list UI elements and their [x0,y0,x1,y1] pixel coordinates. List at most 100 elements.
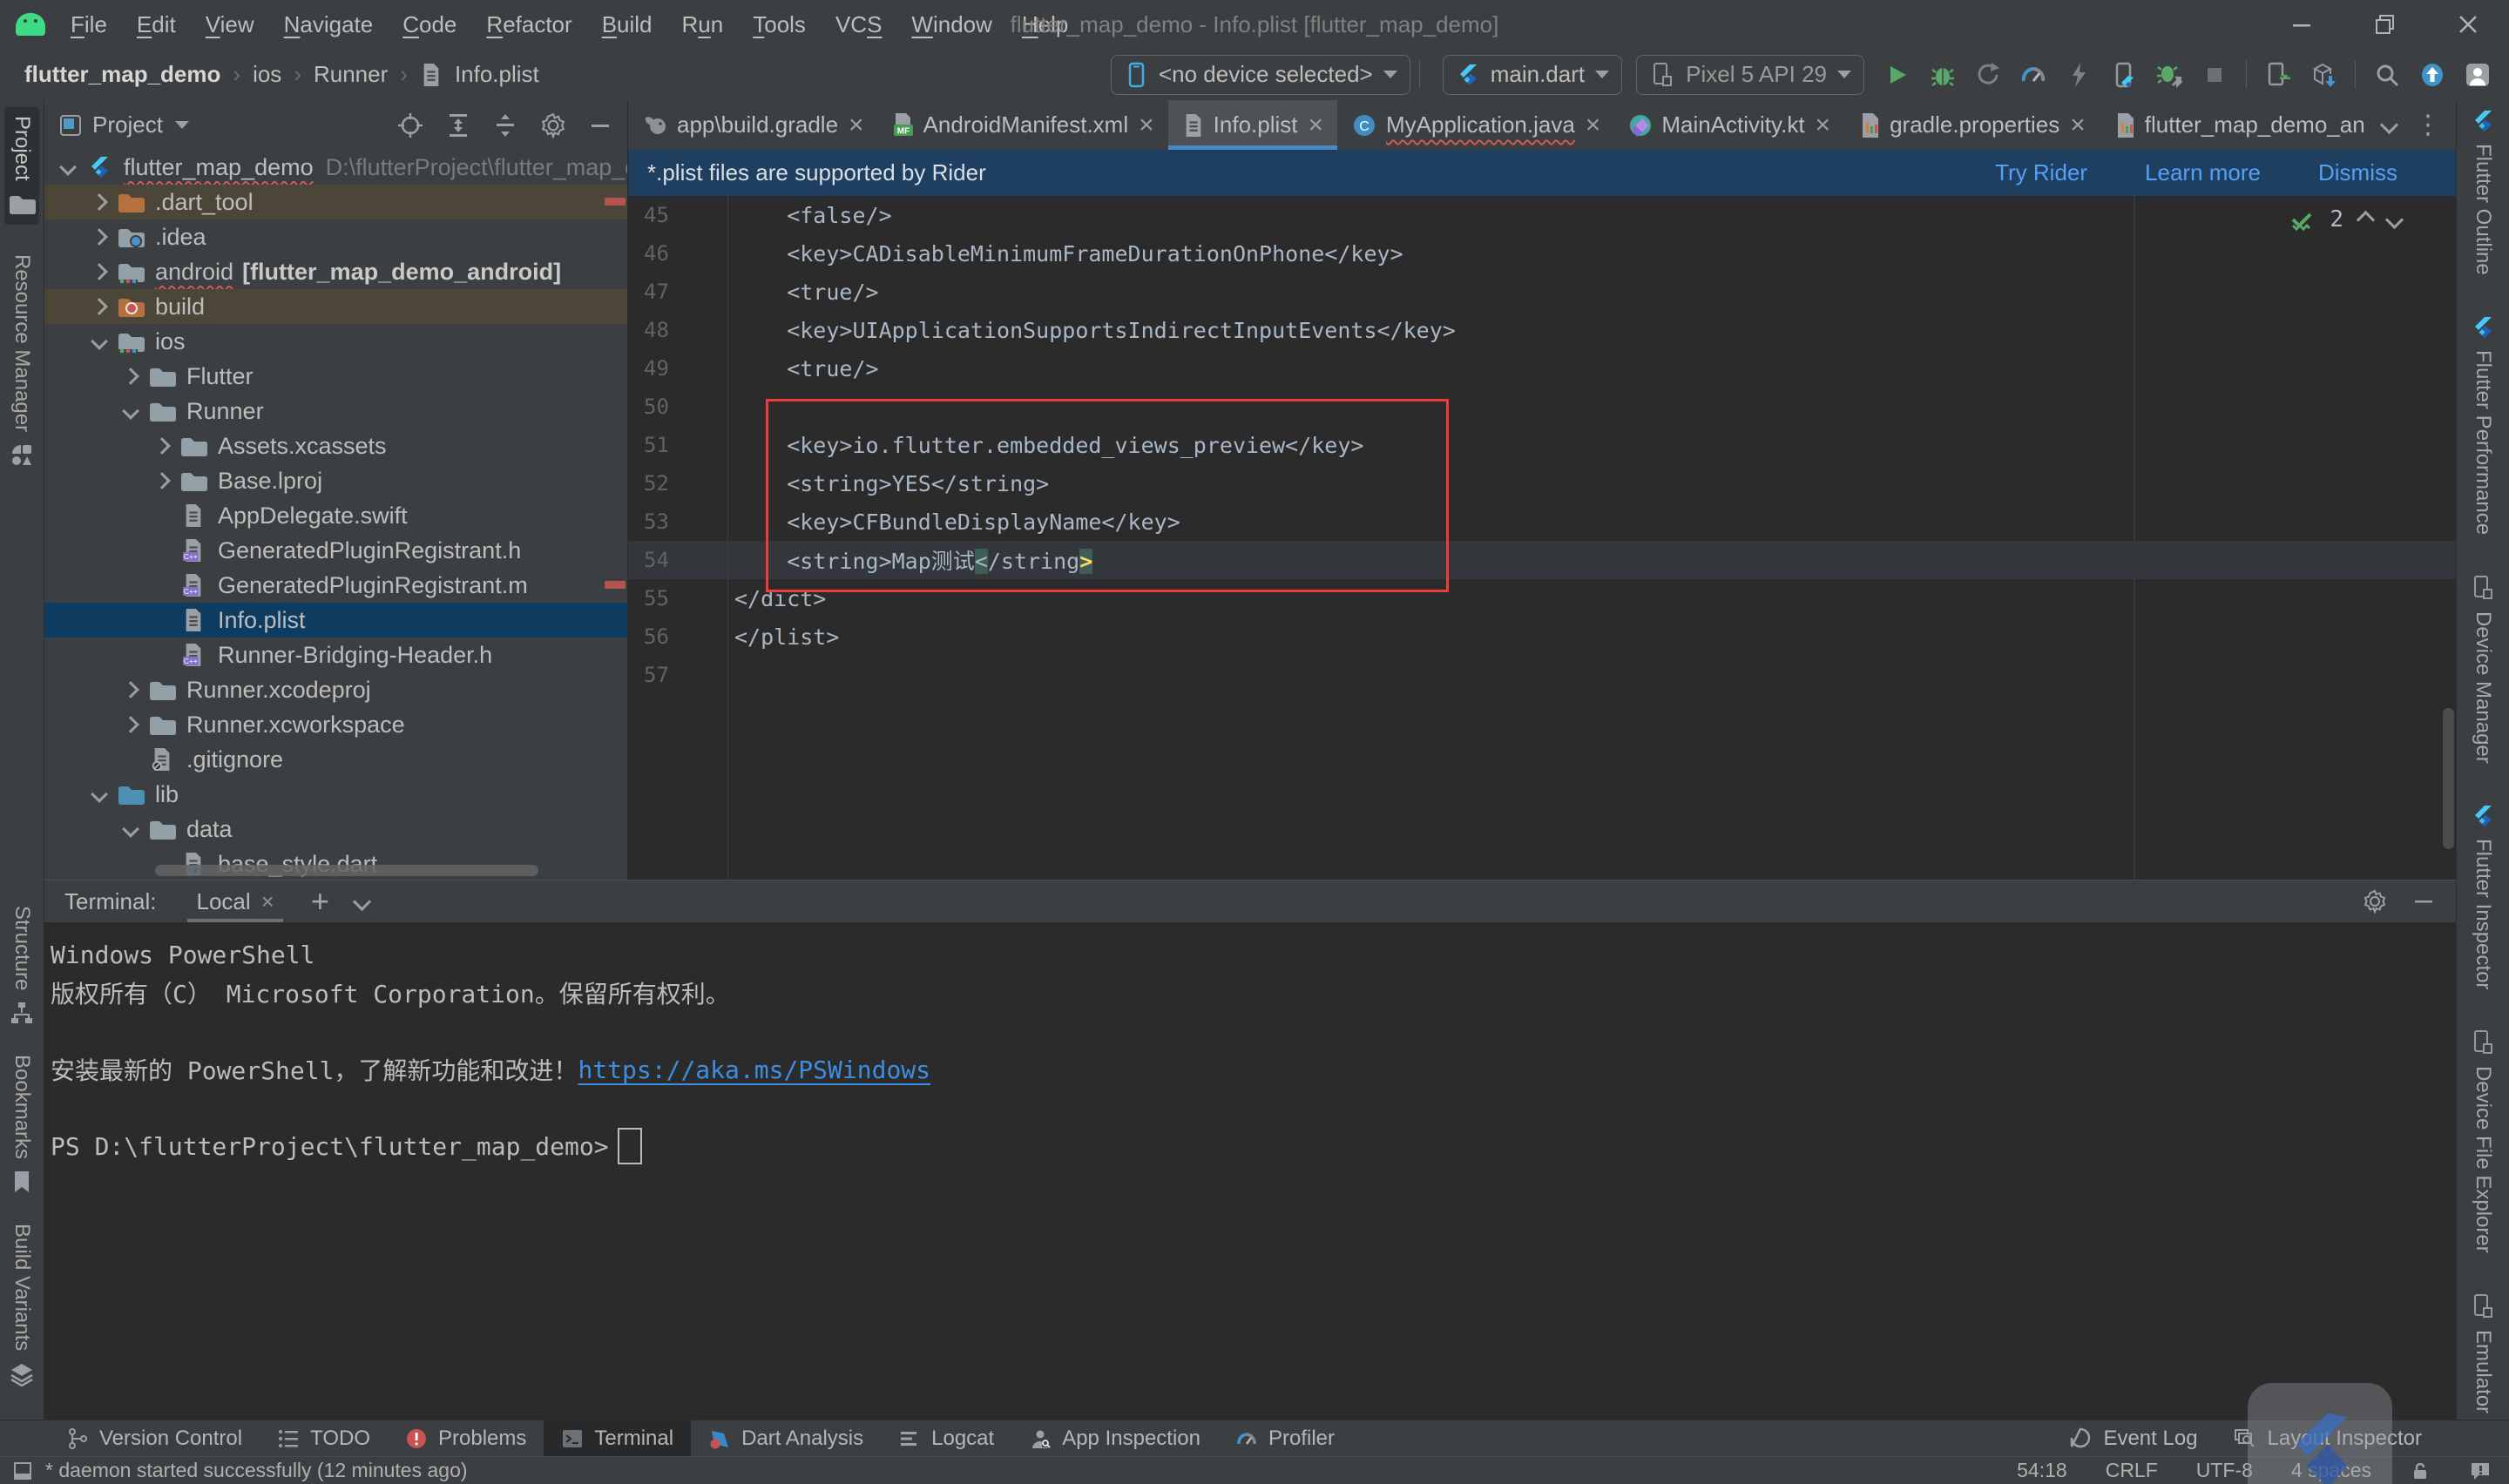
target-device-selector[interactable]: Pixel 5 API 29 [1636,55,1864,95]
tree-item-flutter_map_demo[interactable]: flutter_map_demoD:\flutterProject\flutte… [44,150,627,185]
expand-all-icon[interactable] [446,112,470,138]
chevron-right-icon[interactable] [146,475,178,487]
profile-avatar-button[interactable] [2455,54,2500,96]
banner-action-learn-more[interactable]: Learn more [2145,159,2261,186]
run-config-selector[interactable]: main.dart [1443,55,1622,95]
tree-item-generatedpluginregistrant.h[interactable]: C++GeneratedPluginRegistrant.h [44,533,627,568]
tree-item-base.lproj[interactable]: Base.lproj [44,463,627,498]
code-line-46[interactable]: 46 <key>CADisableMinimumFrameDurationOnP… [628,234,2457,273]
settings-icon[interactable] [540,112,566,138]
tree-item-lib[interactable]: lib [44,777,627,812]
tree-item-ios[interactable]: ios [44,324,627,359]
breadcrumb-item[interactable]: Info.plist [455,61,539,88]
toolwindow-dart-analysis[interactable]: Dart Analysis [691,1420,881,1457]
profile-button[interactable] [1965,54,2011,96]
file-encoding[interactable]: UTF-8 [2196,1459,2253,1482]
code-line-50[interactable]: 50 [628,388,2457,426]
close-icon[interactable]: × [1816,112,1831,138]
close-icon[interactable]: × [2070,112,2086,138]
stripe-item-device-file-explorer[interactable]: Device File Explorer [2470,1029,2496,1253]
tree-item-runner-bridging-header.h[interactable]: C++Runner-Bridging-Header.h [44,637,627,672]
stop-button[interactable] [2192,54,2237,96]
chevron-down-icon[interactable] [52,161,84,173]
tree-item-data[interactable]: data [44,812,627,847]
indent-setting[interactable]: 4 spaces [2291,1459,2371,1482]
editor-tab-appbuild.gradle[interactable]: app\build.gradle× [628,100,878,150]
toolwindow-terminal[interactable]: Terminal [544,1420,691,1457]
new-terminal-button[interactable]: + [311,886,329,917]
code-line-47[interactable]: 47 <true/> [628,273,2457,311]
run-button[interactable] [1875,54,1920,96]
chevron-right-icon[interactable] [115,718,146,731]
stripe-item-flutter-inspector[interactable]: Flutter Inspector [2471,804,2495,989]
stripe-item-flutter-outline[interactable]: Flutter Outline [2471,109,2495,275]
tree-item-info.plist[interactable]: Info.plist [44,603,627,637]
code-line-53[interactable]: 53 <key>CFBundleDisplayName</key> [628,503,2457,541]
menu-window[interactable]: Window [896,11,1006,38]
chevron-right-icon[interactable] [115,684,146,696]
menu-refactor[interactable]: Refactor [471,11,586,38]
chevron-right-icon[interactable] [84,196,115,208]
stripe-item-project[interactable]: Project [4,107,39,225]
hide-panel-icon[interactable] [2413,891,2434,912]
device-selector[interactable]: <no device selected> [1111,55,1410,95]
status-message[interactable]: * daemon started successfully (12 minute… [45,1459,468,1482]
breadcrumb-item[interactable]: flutter_map_demo [24,61,220,88]
toolwindow-event-log[interactable]: Event Log [2051,1427,2215,1451]
editor-tab-flutter_map_demo_an[interactable]: flutter_map_demo_an [2100,100,2379,150]
chevron-right-icon[interactable] [146,440,178,452]
flutter-attach-debug-button[interactable] [2147,54,2192,96]
code-editor[interactable]: 45 <false/>46 <key>CADisableMinimumFrame… [628,196,2457,880]
editor-scrollbar[interactable] [2443,708,2454,849]
close-icon[interactable]: × [849,112,864,138]
project-panel-title[interactable]: Project [92,111,163,138]
code-line-48[interactable]: 48 <key>UIApplicationSupportsIndirectInp… [628,311,2457,349]
menu-edit[interactable]: Edit [122,11,191,38]
breadcrumb-item[interactable]: ios [253,61,281,88]
tree-item-appdelegate.swift[interactable]: AppDelegate.swift [44,498,627,533]
banner-action-try-rider[interactable]: Try Rider [1995,159,2087,186]
restore-button[interactable] [2343,0,2426,49]
flutter-attach-button[interactable] [2101,54,2147,96]
notifications-icon[interactable] [2469,1460,2492,1481]
toolwindow-todo[interactable]: TODO [260,1420,388,1457]
close-icon[interactable]: × [261,888,274,915]
menu-tools[interactable]: Tools [738,11,821,38]
menu-help[interactable]: Help [1007,11,1083,38]
chevron-right-icon[interactable] [115,370,146,382]
editor-tab-mainactivity.kt[interactable]: MainActivity.kt× [1614,100,1844,150]
hidden-tabs-icon[interactable] [2380,116,2398,134]
tree-item-assets.xcassets[interactable]: Assets.xcassets [44,428,627,463]
menu-build[interactable]: Build [587,11,667,38]
stripe-item-resource-manager[interactable]: Resource Manager [10,254,34,467]
minimize-button[interactable] [2261,0,2343,49]
tree-item-.idea[interactable]: .idea [44,219,627,254]
tree-item-android[interactable]: android[flutter_map_demo_android] [44,254,627,289]
menu-run[interactable]: Run [667,11,739,38]
tree-item-flutter[interactable]: Flutter [44,359,627,394]
code-line-49[interactable]: 49 <true/> [628,349,2457,388]
close-icon[interactable]: × [1308,112,1323,138]
lock-icon[interactable] [2410,1460,2431,1481]
close-button[interactable] [2426,0,2509,49]
chevron-right-icon[interactable] [84,300,115,313]
breadcrumb-item[interactable]: Runner [314,61,388,88]
stripe-item-bookmarks[interactable]: Bookmarks [10,1055,34,1194]
toolwindow-profiler[interactable]: Profiler [1218,1420,1352,1457]
avd-manager-button[interactable] [2301,54,2346,96]
search-everywhere-button[interactable] [2364,54,2410,96]
collapse-all-icon[interactable] [493,112,517,138]
locate-icon[interactable] [397,112,423,138]
profiler-button[interactable] [2011,54,2056,96]
editor-tab-androidmanifest.xml[interactable]: MFAndroidManifest.xml× [878,100,1168,150]
stripe-item-emulator[interactable]: Emulator [2470,1293,2496,1413]
stripe-item-build-variants[interactable]: Build Variants [10,1224,34,1386]
inspection-widget[interactable]: 2 [2288,206,2401,233]
code-line-57[interactable]: 57 [628,656,2457,694]
chevron-down-icon[interactable] [84,788,115,800]
stripe-item-structure[interactable]: Structure [10,906,34,1025]
chevron-down-icon[interactable] [115,405,146,417]
banner-action-dismiss[interactable]: Dismiss [2318,159,2397,186]
tree-item-.gitignore[interactable]: .gitignore [44,742,627,777]
tab-options-icon[interactable]: ⋮ [2415,110,2441,140]
